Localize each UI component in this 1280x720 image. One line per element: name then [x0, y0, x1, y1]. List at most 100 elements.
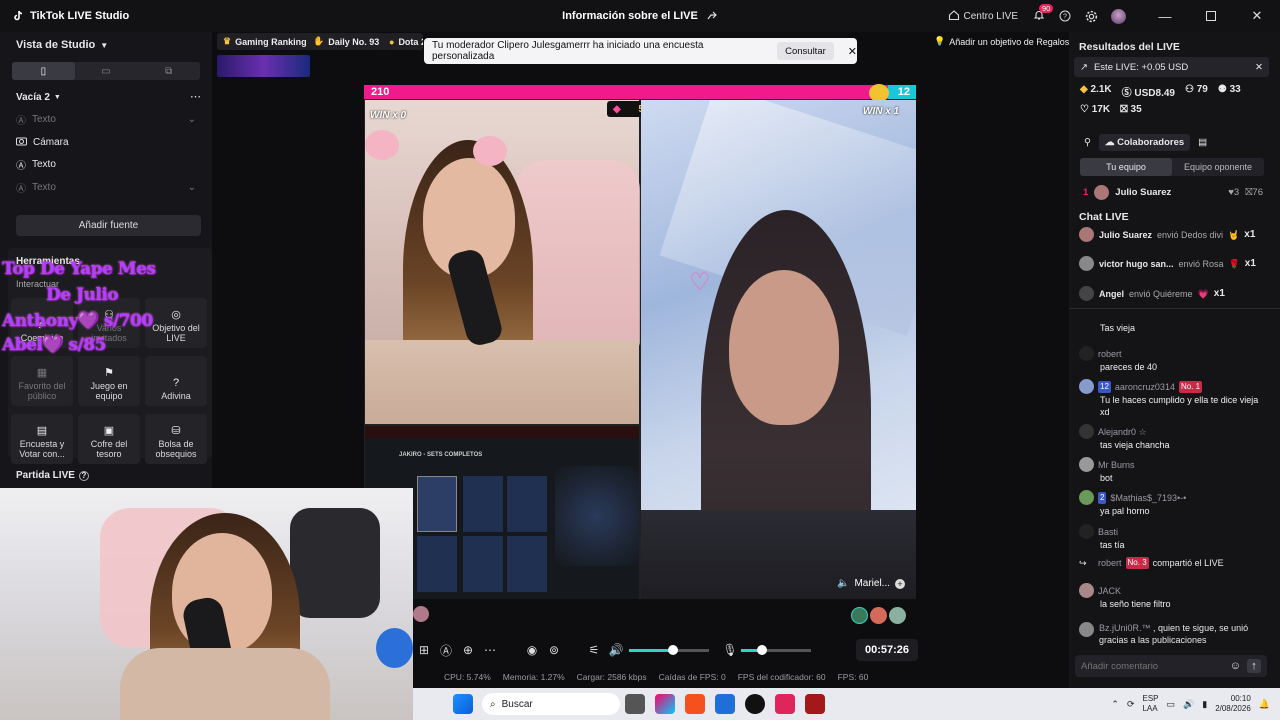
brave-browser-icon[interactable]	[685, 694, 705, 714]
minimize-icon[interactable]: —	[1142, 0, 1188, 32]
task-view-icon[interactable]	[625, 694, 645, 714]
volume-icon[interactable]: 🔊	[1183, 699, 1194, 710]
share-icon[interactable]	[706, 9, 718, 24]
add-scene-icon[interactable]: ⊕	[457, 639, 479, 661]
battery-icon[interactable]: ▮	[1202, 699, 1207, 710]
camera-capture-icon[interactable]: ⊚	[543, 639, 565, 661]
avatar[interactable]	[1079, 346, 1094, 361]
language-indicator[interactable]: ESP LAA	[1142, 694, 1158, 714]
adjust-sliders-icon[interactable]: ⚟	[583, 639, 605, 661]
source-item[interactable]: Ⓐ Texto ⌄	[16, 109, 196, 129]
clock[interactable]: 00:10 2/08/2026	[1215, 694, 1251, 714]
source-item[interactable]: Ⓐ Texto	[16, 154, 196, 174]
earnings-banner[interactable]: ↗ Este LIVE: +0.05 USD ✕	[1074, 57, 1269, 77]
speaker-icon[interactable]: 🔊	[605, 639, 627, 661]
user-add-icon[interactable]: ⚲	[1084, 137, 1091, 148]
avatar[interactable]	[1079, 424, 1094, 439]
centro-live-button[interactable]: Centro LIVE	[940, 0, 1026, 32]
avatar[interactable]	[1079, 524, 1094, 539]
portrait-mode-icon[interactable]: ▯	[12, 62, 75, 80]
gaming-ranking-pill[interactable]: ♛ Gaming Ranking	[217, 33, 313, 50]
source-item[interactable]: Ⓐ Texto ⌄	[16, 177, 196, 197]
help-icon[interactable]: ?	[1052, 0, 1078, 32]
guest-label[interactable]: 🔈 Mariel... +	[837, 578, 906, 589]
ai-effects-icon[interactable]: Ⓐ	[435, 639, 457, 661]
dota2-icon[interactable]	[805, 694, 825, 714]
help-icon[interactable]: ?	[78, 470, 89, 481]
obs-icon[interactable]	[745, 694, 765, 714]
avatar[interactable]	[1079, 227, 1094, 242]
copilot-icon[interactable]	[655, 694, 675, 714]
tab-my-team[interactable]: Tu equipo	[1080, 158, 1172, 176]
webcam-preview	[0, 488, 413, 720]
scene-dropdown[interactable]: Vacía 2 ▼	[16, 92, 61, 103]
record-icon[interactable]: ◉	[521, 639, 543, 661]
opponent-camera-feed: WIN x 1 ♡ 🔈 Mariel... +	[641, 100, 916, 599]
avatar[interactable]	[1079, 256, 1094, 271]
avatar[interactable]	[1079, 583, 1094, 598]
notification-center-icon[interactable]: 🔔	[1259, 699, 1270, 710]
store-icon[interactable]	[715, 694, 735, 714]
avatar[interactable]	[1079, 622, 1094, 637]
avatar[interactable]	[1079, 379, 1094, 394]
collaborators-tab[interactable]: ☁ Colaboradores	[1098, 134, 1191, 151]
dota-pill[interactable]: ●Dota 2	[383, 33, 423, 50]
more-options-icon[interactable]: ⋯	[190, 90, 201, 103]
layout-icon[interactable]: ⊞	[413, 639, 435, 661]
studio-view-dropdown[interactable]: Vista de Studio ▼	[16, 39, 108, 51]
text-source-icon: Ⓐ	[16, 160, 26, 172]
emoji-icon[interactable]: ☺	[1230, 660, 1241, 672]
chat-message: JACK la seño tiene filtro	[1079, 583, 1269, 610]
avatar[interactable]	[1079, 286, 1094, 301]
windows-start-icon[interactable]	[453, 694, 473, 714]
live-goal-tool[interactable]: ◎ Objetivo del LIVE	[145, 298, 207, 348]
comment-input[interactable]	[1081, 660, 1230, 672]
close-window-icon[interactable]: ✕	[1234, 0, 1280, 32]
close-icon[interactable]: ✕	[848, 45, 857, 58]
poll-tool[interactable]: ▤ Encuesta y Votar con...	[11, 414, 73, 464]
profile-avatar[interactable]	[1104, 0, 1132, 32]
settings-gear-icon[interactable]	[1078, 0, 1104, 32]
live-info-label[interactable]: Información sobre el LIVE	[562, 10, 698, 22]
taskbar-search[interactable]: ⌕ Buscar	[482, 693, 620, 715]
notifications-button[interactable]: 90	[1026, 0, 1054, 32]
add-source-button[interactable]: Añadir fuente	[16, 215, 201, 236]
audience-favorite-tool[interactable]: ▦ Favorito del público	[11, 356, 73, 406]
sync-icon[interactable]: ⟳	[1127, 699, 1135, 710]
mute-speaker-icon[interactable]: 🔈	[837, 578, 849, 589]
tiktok-studio-icon[interactable]	[775, 694, 795, 714]
close-icon[interactable]: ✕	[1255, 62, 1263, 73]
tab-opponent-team[interactable]: Equipo oponente	[1172, 158, 1264, 176]
daily-rank-pill[interactable]: ✋ Daily No. 93	[307, 33, 386, 50]
notification-badge: 90	[1039, 4, 1054, 13]
gift-bag-tool[interactable]: ⛁ Bolsa de obsequios	[145, 414, 207, 464]
mic-slider[interactable]	[741, 644, 811, 655]
guess-tool[interactable]: ? Adivina	[145, 356, 207, 406]
list-icon[interactable]: ▤	[1198, 137, 1207, 148]
source-item[interactable]: Cámara	[16, 132, 196, 152]
viewer-avatars[interactable]	[851, 607, 906, 624]
treasure-chest-tool[interactable]: ▣ Cofre del tesoro	[78, 414, 140, 464]
chevron-up-icon[interactable]: ⌃	[1111, 699, 1119, 710]
chat-message: robert pareces de 40	[1079, 346, 1269, 373]
volume-slider[interactable]	[629, 644, 709, 655]
host-avatar[interactable]	[413, 606, 429, 622]
team-game-tool[interactable]: ⚑ Juego en equipo	[78, 356, 140, 406]
send-icon[interactable]: ↑	[1247, 659, 1261, 673]
maximize-icon[interactable]	[1188, 0, 1234, 32]
consult-button[interactable]: Consultar	[777, 42, 834, 60]
network-icon[interactable]: ▭	[1167, 699, 1176, 710]
avatar[interactable]	[1079, 457, 1094, 472]
add-icon[interactable]: +	[895, 578, 906, 589]
add-gift-goal-pill[interactable]: 💡 Añadir un objetivo de Regalos	[928, 33, 1075, 50]
dual-mode-icon[interactable]: ⧉	[137, 62, 200, 80]
event-banner-thumbnail[interactable]	[217, 55, 310, 77]
landscape-mode-icon[interactable]: ▭	[75, 62, 138, 80]
ranking-row[interactable]: 1 Julio Suarez ♥3 ⛝76	[1083, 185, 1263, 200]
microphone-icon[interactable]: 🎙	[719, 639, 741, 661]
battle-score-bar: 210 12	[364, 85, 916, 99]
camera-icon	[16, 136, 27, 149]
avatar[interactable]	[1079, 490, 1094, 505]
more-horizontal-icon[interactable]: ⋯	[479, 639, 501, 661]
partida-live-label: Partida LIVE ?	[16, 470, 89, 481]
